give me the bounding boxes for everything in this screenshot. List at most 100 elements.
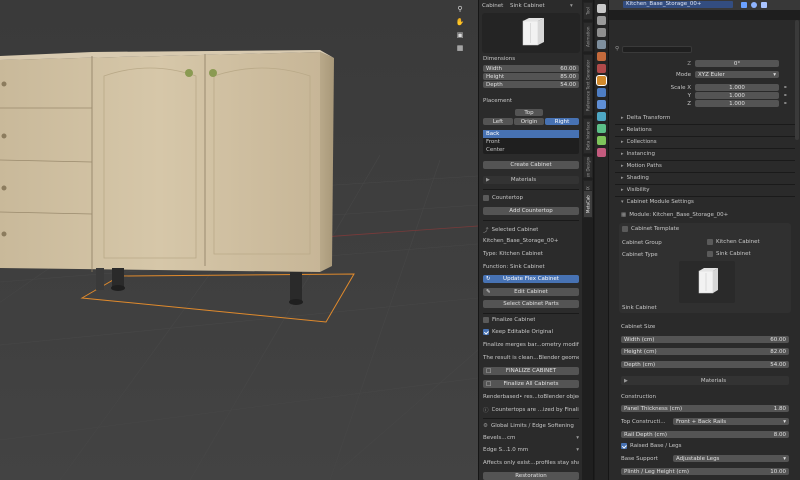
width-cm-field[interactable]: Width (cm) 60.00 bbox=[621, 336, 789, 343]
material-icon[interactable] bbox=[597, 148, 606, 157]
checkbox[interactable] bbox=[483, 329, 489, 335]
top-construction-dropdown[interactable]: Front + Back Rails ▾ bbox=[673, 418, 789, 425]
tab-tool[interactable]: Tool bbox=[583, 2, 593, 20]
modifier-wrench-icon[interactable] bbox=[597, 88, 606, 97]
section-delta-transform[interactable]: ▸ Delta Transform bbox=[621, 115, 670, 121]
edge-dropdown[interactable]: 1.0 mm bbox=[507, 447, 576, 453]
materials-section[interactable]: ▶ Materials bbox=[483, 176, 579, 184]
select-cabinet-parts-button[interactable]: Select Cabinet Parts bbox=[483, 300, 579, 308]
section-cabinet-module-settings[interactable]: ▾ Cabinet Module Settings bbox=[621, 199, 694, 205]
output-icon[interactable] bbox=[597, 28, 606, 37]
zoom-icon[interactable]: ⚲ bbox=[454, 3, 466, 15]
visibility-icon[interactable] bbox=[751, 2, 757, 8]
chevron-down-icon[interactable]: ▾ bbox=[576, 435, 579, 441]
section-motion-paths[interactable]: ▸ Motion Paths bbox=[621, 163, 662, 169]
tab-reference-text-generator[interactable]: Reference Text Generator bbox=[583, 54, 593, 116]
countertop-checkbox[interactable]: Countertop bbox=[483, 195, 523, 201]
plinth-height-field[interactable]: Plinth / Leg Height (cm) 10.00 bbox=[621, 468, 789, 475]
rotation-z-field[interactable]: 0° bbox=[695, 60, 779, 67]
update-flex-cabinet-button[interactable]: ↻ Update Flex Cabinet bbox=[483, 275, 579, 283]
restoration-button[interactable]: Restoration bbox=[483, 472, 579, 480]
pan-hand-icon[interactable]: ✋ bbox=[454, 16, 466, 28]
list-item[interactable]: Center bbox=[483, 146, 579, 154]
section-relations[interactable]: ▸ Relations bbox=[621, 127, 652, 133]
height-field[interactable]: Height 85.00 bbox=[483, 73, 579, 80]
tab-metacab[interactable]: MetaCab bbox=[583, 190, 593, 218]
checkbox[interactable] bbox=[621, 443, 627, 449]
grid-icon[interactable]: ▦ bbox=[454, 42, 466, 54]
scale-x-field[interactable]: 1.000 bbox=[695, 84, 779, 91]
expand-triangle-icon: ▸ bbox=[621, 127, 624, 133]
tab-animation[interactable]: Animation bbox=[583, 22, 593, 52]
scale-z-field[interactable]: 1.000 bbox=[695, 100, 779, 107]
placement-top-button[interactable]: Top bbox=[515, 109, 543, 116]
section-shading[interactable]: ▸ Shading bbox=[621, 175, 649, 181]
viewport-navigation: ⚲ ✋ ▣ ▦ bbox=[454, 3, 468, 55]
base-support-dropdown[interactable]: Adjustable Legs ▾ bbox=[673, 455, 789, 462]
object-icon[interactable] bbox=[596, 75, 607, 86]
placement-origin-button[interactable]: Origin bbox=[514, 118, 544, 125]
cabinet-template-preview[interactable] bbox=[679, 261, 735, 303]
particles-icon[interactable] bbox=[597, 100, 606, 109]
finalize-all-button[interactable]: □ Finalize All Cabinets bbox=[483, 380, 579, 388]
chevron-down-icon[interactable]: ▾ bbox=[570, 3, 573, 9]
camera-icon[interactable]: ▣ bbox=[454, 29, 466, 41]
raised-base-checkbox[interactable]: Raised Base / Legs bbox=[621, 443, 682, 449]
finalize-cabinet-button[interactable]: □ FINALIZE CABINET bbox=[483, 367, 579, 375]
cabinet-type-value[interactable]: Sink Cabinet bbox=[707, 251, 751, 257]
cabinet-type-dropdown[interactable]: Sink Cabinet bbox=[510, 3, 570, 9]
list-item[interactable]: Back bbox=[483, 130, 579, 138]
list-item[interactable]: Front bbox=[483, 138, 579, 146]
sidebar-tabs: Tool Animation Reference Text Generator … bbox=[582, 0, 594, 480]
tool-icon[interactable] bbox=[597, 4, 606, 13]
world-icon[interactable] bbox=[597, 64, 606, 73]
view-layer-icon[interactable] bbox=[597, 40, 606, 49]
lock-icon[interactable]: ⚭ bbox=[783, 93, 788, 99]
properties-editor: Kitchen_Base_Storage_00+ ⚲ Z 0° Mode XYZ… bbox=[608, 0, 800, 480]
outliner-selected-row[interactable]: Kitchen_Base_Storage_00+ bbox=[623, 1, 733, 8]
lock-icon[interactable]: ⚭ bbox=[783, 85, 788, 91]
checkbox[interactable] bbox=[483, 317, 489, 323]
edit-cabinet-button[interactable]: ✎ Edit Cabinet bbox=[483, 288, 579, 296]
selectable-icon[interactable] bbox=[741, 2, 747, 8]
properties-search-input[interactable] bbox=[622, 45, 693, 53]
type-line: Type: Kitchen Cabinet bbox=[483, 251, 543, 257]
bevel-dropdown[interactable]: cm bbox=[507, 435, 576, 441]
scale-y-field[interactable]: 1.000 bbox=[695, 92, 779, 99]
rotation-mode-dropdown[interactable]: XYZ Euler ▾ bbox=[695, 71, 779, 78]
constraints-icon[interactable] bbox=[597, 124, 606, 133]
refresh-icon: ↻ bbox=[486, 276, 491, 282]
checkbox[interactable] bbox=[483, 195, 489, 201]
section-collections[interactable]: ▸ Collections bbox=[621, 139, 657, 145]
scene-icon[interactable] bbox=[597, 52, 606, 61]
lock-icon[interactable]: ⚭ bbox=[783, 101, 788, 107]
height-cm-field[interactable]: Height (cm) 82.00 bbox=[621, 348, 789, 355]
tab-beta-interface[interactable]: Beta Interface bbox=[583, 118, 593, 154]
chevron-down-icon[interactable]: ▾ bbox=[576, 447, 579, 453]
tab-flex-designer[interactable]: Flex Designer bbox=[583, 156, 593, 178]
width-field[interactable]: Width 60.00 bbox=[483, 65, 579, 72]
panel-header: Cabinet Sink Cabinet ▾ bbox=[482, 2, 580, 10]
render-icon[interactable] bbox=[597, 16, 606, 25]
cabinet-group-value[interactable]: Kitchen Cabinet bbox=[707, 239, 760, 245]
chevron-down-icon: ▾ bbox=[783, 418, 786, 425]
create-cabinet-button[interactable]: Create Cabinet bbox=[483, 161, 579, 169]
cabinet-preview-icon bbox=[698, 268, 718, 294]
data-icon[interactable] bbox=[597, 136, 606, 145]
sidebar-panel: Cabinet Sink Cabinet ▾ Dimensions Width 6… bbox=[478, 0, 582, 480]
physics-icon[interactable] bbox=[597, 112, 606, 121]
add-countertop-button[interactable]: Add Countertop bbox=[483, 207, 579, 215]
keep-editable-checkbox[interactable]: Keep Editable Original bbox=[483, 329, 553, 335]
depth-cm-field[interactable]: Depth (cm) 54.00 bbox=[621, 361, 789, 368]
section-instancing[interactable]: ▸ Instancing bbox=[621, 151, 655, 157]
depth-field[interactable]: Depth 54.00 bbox=[483, 81, 579, 88]
render-visibility-icon[interactable] bbox=[761, 2, 767, 8]
panel-thickness-field[interactable]: Panel Thickness (cm) 1.80 bbox=[621, 405, 789, 412]
placement-right-button[interactable]: Right bbox=[545, 118, 579, 125]
placement-left-button[interactable]: Left bbox=[483, 118, 513, 125]
properties-scrollbar[interactable] bbox=[795, 20, 799, 140]
materials-subsection[interactable]: ▶ Materials bbox=[621, 376, 789, 385]
rail-depth-field[interactable]: Rail Depth (cm) 8.00 bbox=[621, 431, 789, 438]
section-visibility[interactable]: ▸ Visibility bbox=[621, 187, 650, 193]
3d-viewport[interactable]: ⚲ ✋ ▣ ▦ bbox=[0, 0, 478, 480]
